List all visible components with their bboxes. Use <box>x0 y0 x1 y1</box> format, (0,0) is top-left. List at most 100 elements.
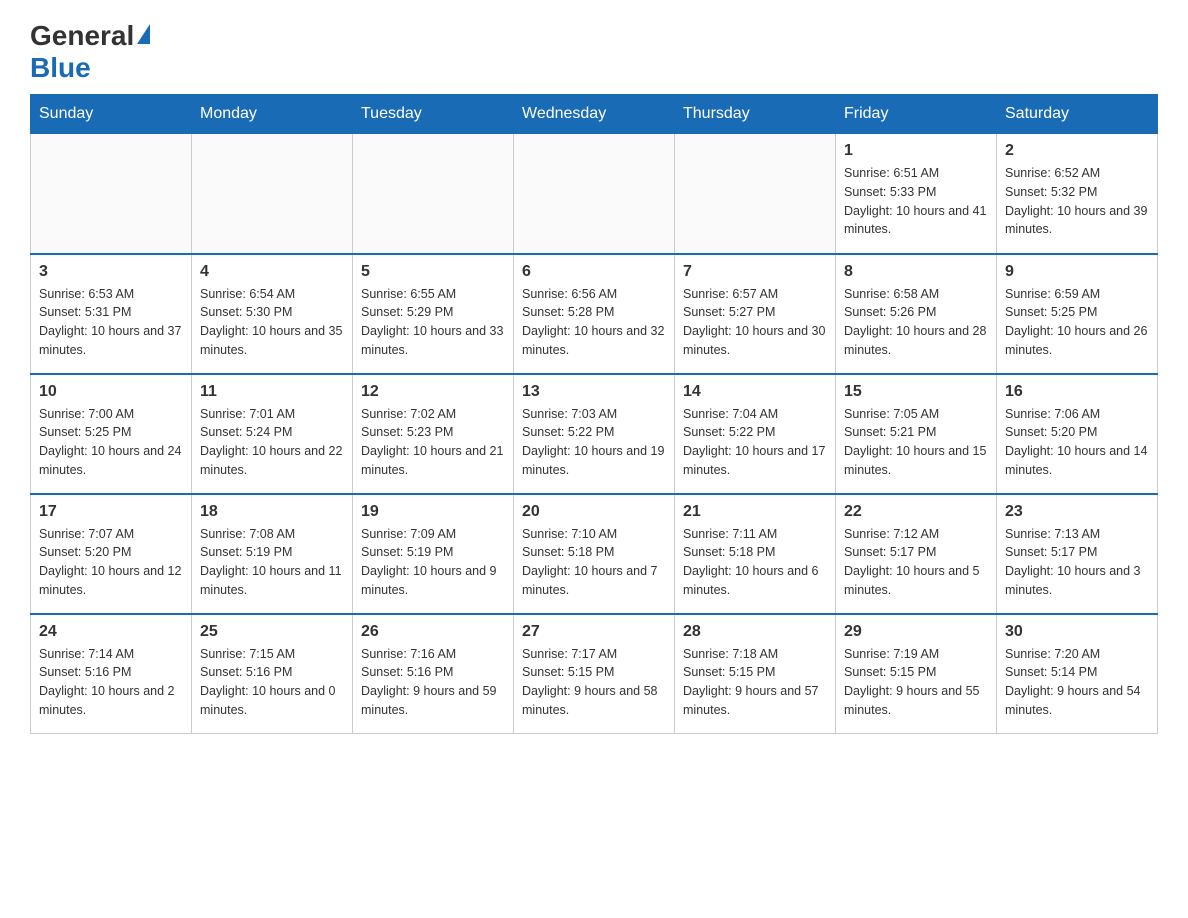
day-number: 24 <box>39 623 183 641</box>
calendar-cell: 1Sunrise: 6:51 AM Sunset: 5:33 PM Daylig… <box>836 134 997 254</box>
day-number: 23 <box>1005 503 1149 521</box>
day-info: Sunrise: 7:08 AM Sunset: 5:19 PM Dayligh… <box>200 525 344 600</box>
calendar-cell: 21Sunrise: 7:11 AM Sunset: 5:18 PM Dayli… <box>675 494 836 614</box>
calendar-cell: 7Sunrise: 6:57 AM Sunset: 5:27 PM Daylig… <box>675 254 836 374</box>
day-info: Sunrise: 6:58 AM Sunset: 5:26 PM Dayligh… <box>844 285 988 360</box>
calendar-cell: 14 Sunrise: 7:04 AM Sunset: 5:22 PM Dayli… <box>675 374 836 494</box>
day-number: 13 <box>522 383 666 401</box>
day-number: 15 <box>844 383 988 401</box>
calendar-week-row-5: 24 Sunrise: 7:14 AM Sunset: 5:16 PM Dayli… <box>31 614 1158 734</box>
day-number: 9 <box>1005 263 1149 281</box>
day-number: 29 <box>844 623 988 641</box>
logo: GeneralBlue <box>30 20 150 84</box>
calendar-week-row-4: 17 Sunrise: 7:07 AM Sunset: 5:20 PM Dayli… <box>31 494 1158 614</box>
calendar-week-row-2: 3Sunrise: 6:53 AM Sunset: 5:31 PM Daylig… <box>31 254 1158 374</box>
day-info: Sunrise: 7:04 AM Sunset: 5:22 PM Dayligh… <box>683 405 827 480</box>
calendar-cell: 3Sunrise: 6:53 AM Sunset: 5:31 PM Daylig… <box>31 254 192 374</box>
day-of-week-header-friday: Friday <box>836 95 997 134</box>
day-of-week-header-monday: Monday <box>192 95 353 134</box>
day-number: 11 <box>200 383 344 401</box>
calendar-cell <box>514 134 675 254</box>
calendar-cell: 22Sunrise: 7:12 AM Sunset: 5:17 PM Dayli… <box>836 494 997 614</box>
calendar-cell: 30 Sunrise: 7:20 AM Sunset: 5:14 PM Dayli… <box>997 614 1158 734</box>
calendar-cell: 20 Sunrise: 7:10 AM Sunset: 5:18 PM Dayli… <box>514 494 675 614</box>
calendar-cell: 2 Sunrise: 6:52 AM Sunset: 5:32 PM Daylig… <box>997 134 1158 254</box>
calendar-cell <box>675 134 836 254</box>
day-of-week-header-tuesday: Tuesday <box>353 95 514 134</box>
day-number: 4 <box>200 263 344 281</box>
day-number: 3 <box>39 263 183 281</box>
day-info: Sunrise: 6:55 AM Sunset: 5:29 PM Dayligh… <box>361 285 505 360</box>
day-info: Sunrise: 7:09 AM Sunset: 5:19 PM Dayligh… <box>361 525 505 600</box>
day-info: Sunrise: 7:02 AM Sunset: 5:23 PM Dayligh… <box>361 405 505 480</box>
day-info: Sunrise: 7:15 AM Sunset: 5:16 PM Dayligh… <box>200 645 344 720</box>
calendar-cell: 9 Sunrise: 6:59 AM Sunset: 5:25 PM Daylig… <box>997 254 1158 374</box>
calendar-cell: 25 Sunrise: 7:15 AM Sunset: 5:16 PM Dayli… <box>192 614 353 734</box>
day-of-week-header-saturday: Saturday <box>997 95 1158 134</box>
calendar-cell <box>353 134 514 254</box>
day-info: Sunrise: 6:59 AM Sunset: 5:25 PM Dayligh… <box>1005 285 1149 360</box>
day-info: Sunrise: 7:05 AM Sunset: 5:21 PM Dayligh… <box>844 405 988 480</box>
logo-triangle-icon <box>137 24 150 44</box>
calendar-cell: 8 Sunrise: 6:58 AM Sunset: 5:26 PM Daylig… <box>836 254 997 374</box>
calendar-cell: 26Sunrise: 7:16 AM Sunset: 5:16 PM Dayli… <box>353 614 514 734</box>
day-of-week-header-sunday: Sunday <box>31 95 192 134</box>
day-number: 12 <box>361 383 505 401</box>
calendar-cell: 4 Sunrise: 6:54 AM Sunset: 5:30 PM Daylig… <box>192 254 353 374</box>
calendar-cell: 23 Sunrise: 7:13 AM Sunset: 5:17 PM Dayli… <box>997 494 1158 614</box>
day-info: Sunrise: 6:56 AM Sunset: 5:28 PM Dayligh… <box>522 285 666 360</box>
day-number: 20 <box>522 503 666 521</box>
day-info: Sunrise: 7:18 AM Sunset: 5:15 PM Dayligh… <box>683 645 827 720</box>
day-number: 1 <box>844 142 988 160</box>
calendar-cell: 19 Sunrise: 7:09 AM Sunset: 5:19 PM Dayli… <box>353 494 514 614</box>
day-of-week-header-wednesday: Wednesday <box>514 95 675 134</box>
day-info: Sunrise: 7:11 AM Sunset: 5:18 PM Dayligh… <box>683 525 827 600</box>
calendar-cell: 5 Sunrise: 6:55 AM Sunset: 5:29 PM Daylig… <box>353 254 514 374</box>
logo-blue-text: Blue <box>30 52 150 84</box>
day-info: Sunrise: 6:52 AM Sunset: 5:32 PM Dayligh… <box>1005 164 1149 239</box>
day-number: 8 <box>844 263 988 281</box>
day-number: 2 <box>1005 142 1149 160</box>
day-info: Sunrise: 7:19 AM Sunset: 5:15 PM Dayligh… <box>844 645 988 720</box>
calendar-cell: 17 Sunrise: 7:07 AM Sunset: 5:20 PM Dayli… <box>31 494 192 614</box>
day-info: Sunrise: 7:14 AM Sunset: 5:16 PM Dayligh… <box>39 645 183 720</box>
day-info: Sunrise: 7:10 AM Sunset: 5:18 PM Dayligh… <box>522 525 666 600</box>
day-info: Sunrise: 7:12 AM Sunset: 5:17 PM Dayligh… <box>844 525 988 600</box>
calendar-cell: 13 Sunrise: 7:03 AM Sunset: 5:22 PM Dayli… <box>514 374 675 494</box>
day-number: 6 <box>522 263 666 281</box>
day-number: 19 <box>361 503 505 521</box>
day-info: Sunrise: 7:17 AM Sunset: 5:15 PM Dayligh… <box>522 645 666 720</box>
day-number: 25 <box>200 623 344 641</box>
page-header: GeneralBlue <box>30 20 1158 84</box>
day-number: 28 <box>683 623 827 641</box>
day-info: Sunrise: 7:13 AM Sunset: 5:17 PM Dayligh… <box>1005 525 1149 600</box>
day-number: 10 <box>39 383 183 401</box>
calendar-cell: 29 Sunrise: 7:19 AM Sunset: 5:15 PM Dayli… <box>836 614 997 734</box>
day-info: Sunrise: 7:03 AM Sunset: 5:22 PM Dayligh… <box>522 405 666 480</box>
day-info: Sunrise: 7:00 AM Sunset: 5:25 PM Dayligh… <box>39 405 183 480</box>
day-of-week-header-thursday: Thursday <box>675 95 836 134</box>
calendar-cell: 10 Sunrise: 7:00 AM Sunset: 5:25 PM Dayli… <box>31 374 192 494</box>
calendar-cell <box>192 134 353 254</box>
calendar-table: SundayMondayTuesdayWednesdayThursdayFrid… <box>30 94 1158 734</box>
calendar-week-row-1: 1Sunrise: 6:51 AM Sunset: 5:33 PM Daylig… <box>31 134 1158 254</box>
day-number: 17 <box>39 503 183 521</box>
day-number: 18 <box>200 503 344 521</box>
day-number: 27 <box>522 623 666 641</box>
day-number: 30 <box>1005 623 1149 641</box>
calendar-cell: 18 Sunrise: 7:08 AM Sunset: 5:19 PM Dayli… <box>192 494 353 614</box>
calendar-cell: 6 Sunrise: 6:56 AM Sunset: 5:28 PM Daylig… <box>514 254 675 374</box>
day-info: Sunrise: 7:20 AM Sunset: 5:14 PM Dayligh… <box>1005 645 1149 720</box>
day-info: Sunrise: 6:54 AM Sunset: 5:30 PM Dayligh… <box>200 285 344 360</box>
calendar-week-row-3: 10 Sunrise: 7:00 AM Sunset: 5:25 PM Dayli… <box>31 374 1158 494</box>
calendar-cell: 27 Sunrise: 7:17 AM Sunset: 5:15 PM Dayli… <box>514 614 675 734</box>
day-number: 7 <box>683 263 827 281</box>
calendar-cell: 12 Sunrise: 7:02 AM Sunset: 5:23 PM Dayli… <box>353 374 514 494</box>
calendar-cell: 28 Sunrise: 7:18 AM Sunset: 5:15 PM Dayli… <box>675 614 836 734</box>
day-number: 5 <box>361 263 505 281</box>
calendar-cell: 11Sunrise: 7:01 AM Sunset: 5:24 PM Dayli… <box>192 374 353 494</box>
calendar-cell: 24 Sunrise: 7:14 AM Sunset: 5:16 PM Dayli… <box>31 614 192 734</box>
calendar-header-row: SundayMondayTuesdayWednesdayThursdayFrid… <box>31 95 1158 134</box>
day-info: Sunrise: 7:07 AM Sunset: 5:20 PM Dayligh… <box>39 525 183 600</box>
day-number: 14 <box>683 383 827 401</box>
